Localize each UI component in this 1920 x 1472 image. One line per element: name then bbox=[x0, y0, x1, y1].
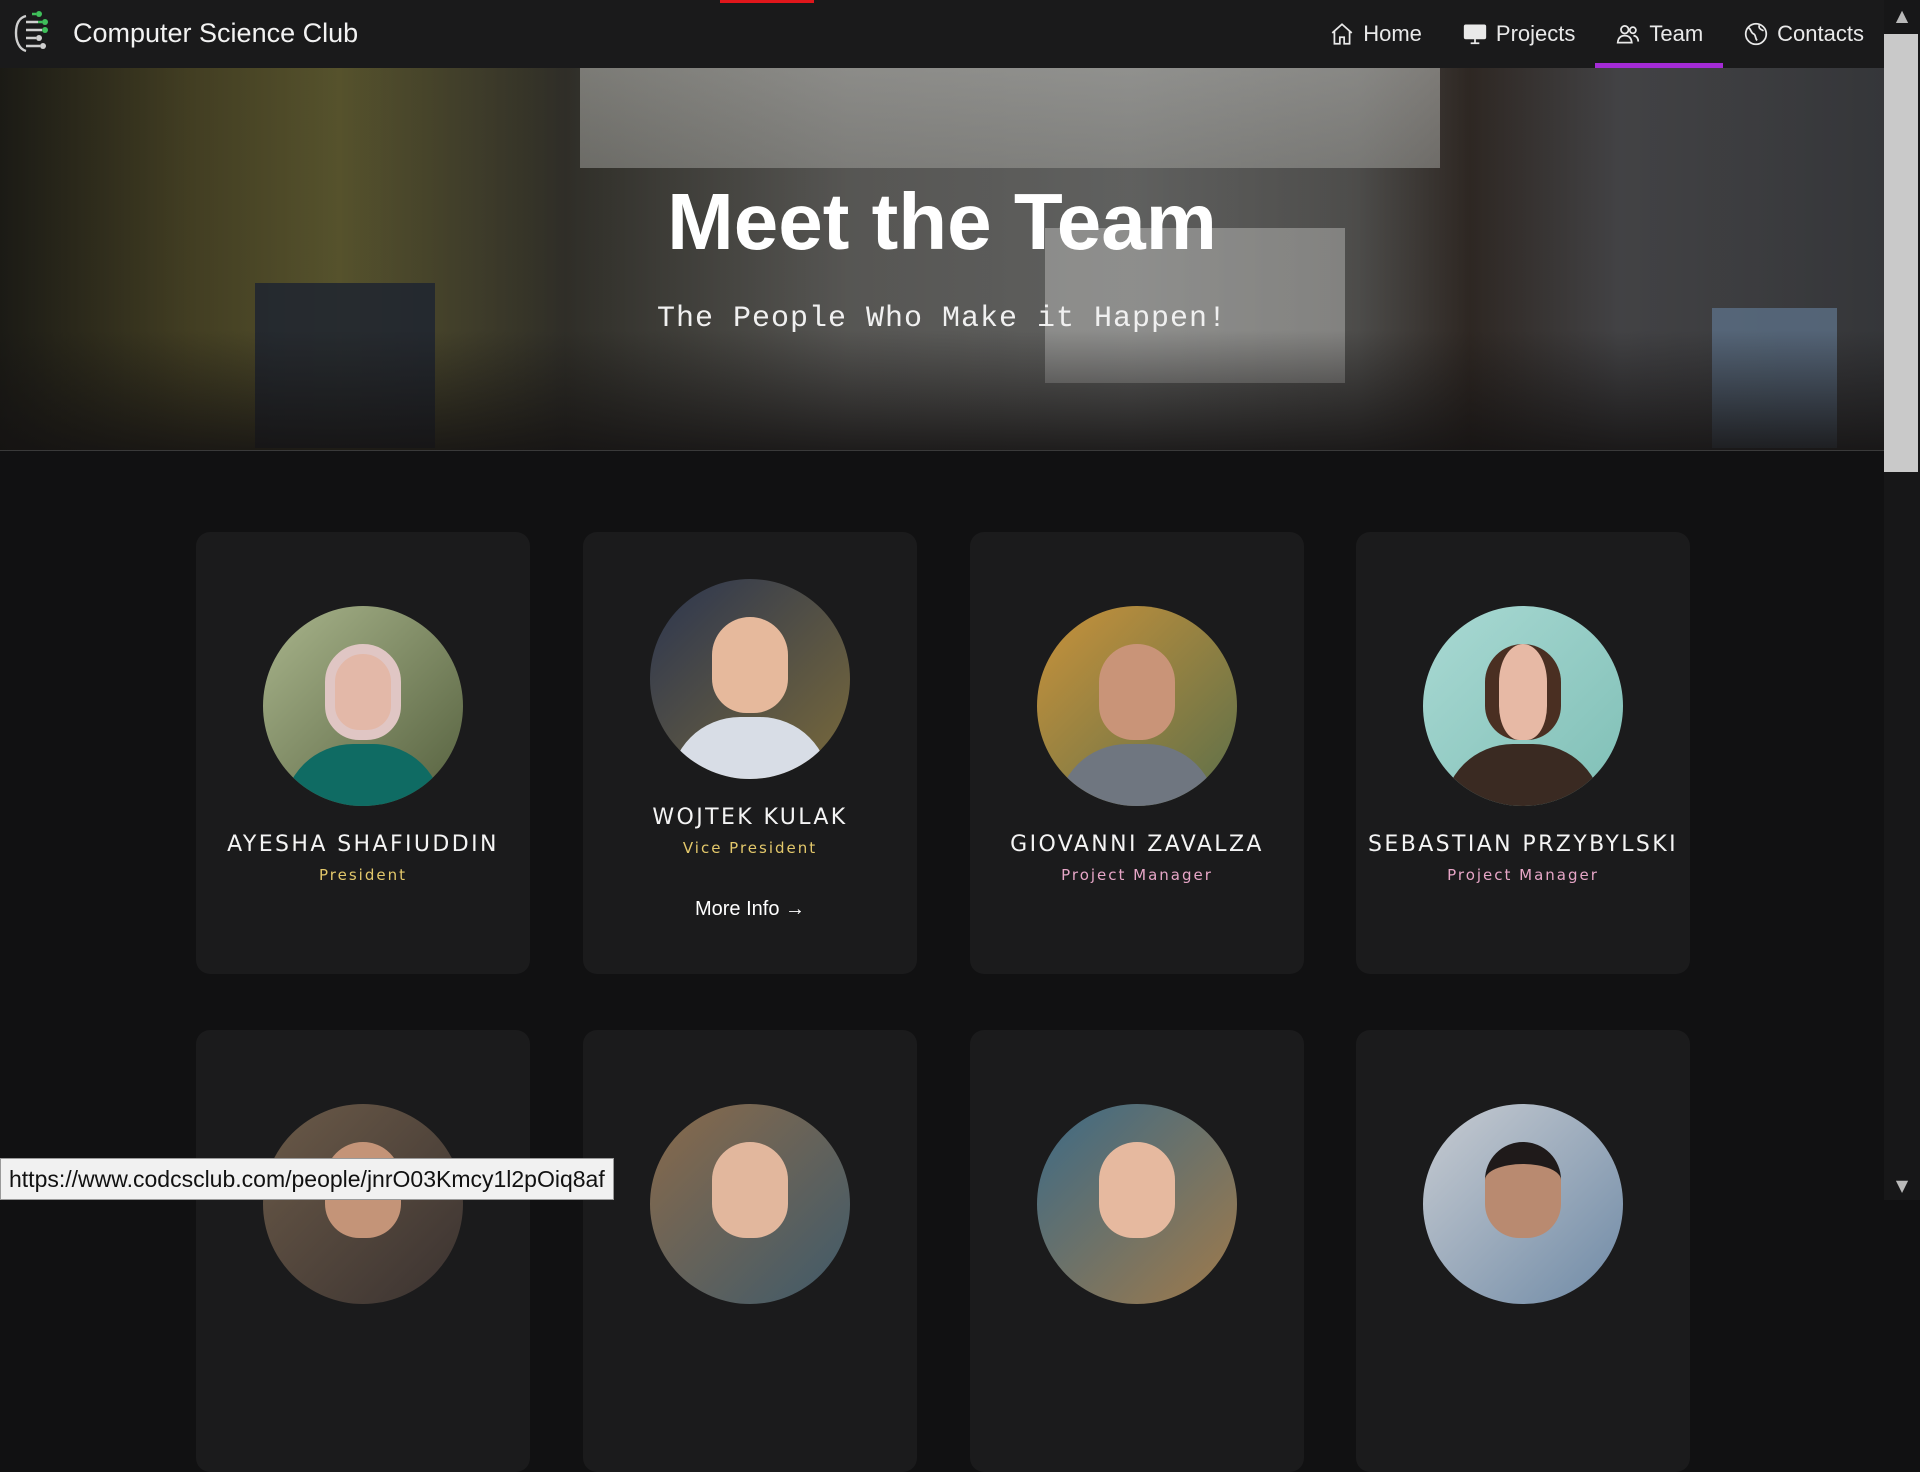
member-name: SEBASTIAN PRZYBYLSKI bbox=[1368, 832, 1678, 857]
avatar bbox=[1423, 1104, 1623, 1304]
member-role: Project Manager bbox=[1061, 866, 1213, 884]
link-preview-status: https://www.codcsclub.com/people/jnrO03K… bbox=[0, 1158, 614, 1200]
member-name: AYESHA SHAFIUDDIN bbox=[227, 832, 499, 857]
team-card[interactable] bbox=[970, 1030, 1304, 1472]
nav-contacts[interactable]: Contacts bbox=[1723, 0, 1884, 68]
avatar bbox=[1037, 1104, 1237, 1304]
member-role: Project Manager bbox=[1447, 866, 1599, 884]
nav-team[interactable]: Team bbox=[1595, 0, 1723, 68]
scroll-up-icon[interactable]: ▲ bbox=[1890, 4, 1914, 26]
nav-links: Home Projects Team Contacts bbox=[1309, 0, 1884, 68]
hero-photo-people bbox=[0, 330, 1884, 450]
avatar bbox=[1423, 606, 1623, 806]
team-card[interactable]: AYESHA SHAFIUDDIN President bbox=[196, 532, 530, 974]
more-info-link[interactable]: More Info → bbox=[583, 898, 917, 921]
page-scrollbar[interactable]: ▲ ▼ bbox=[1884, 0, 1920, 1200]
member-name: WOJTEK KULAK bbox=[652, 805, 848, 830]
avatar bbox=[263, 1104, 463, 1304]
page-title: Meet the Team bbox=[667, 177, 1217, 266]
top-accent-bar bbox=[720, 0, 814, 3]
globe-icon bbox=[1745, 22, 1768, 46]
team-card[interactable]: GIOVANNI ZAVALZA Project Manager bbox=[970, 532, 1304, 974]
circuit-tree-logo-icon bbox=[14, 11, 48, 53]
nav-team-label: Team bbox=[1649, 21, 1704, 46]
team-card[interactable] bbox=[583, 1030, 917, 1472]
member-name: GIOVANNI ZAVALZA bbox=[1010, 832, 1264, 857]
team-card[interactable]: WOJTEK KULAK Vice President More Info → bbox=[583, 532, 917, 974]
monitor-icon bbox=[1463, 24, 1487, 45]
avatar bbox=[650, 1104, 850, 1304]
brand-name: Computer Science Club bbox=[73, 18, 359, 48]
hero-photo-ceiling bbox=[580, 68, 1440, 168]
nav-home-label: Home bbox=[1363, 21, 1422, 46]
scroll-down-icon[interactable]: ▼ bbox=[1890, 1174, 1914, 1196]
avatar bbox=[650, 579, 850, 779]
page-subtitle: The People Who Make it Happen! bbox=[656, 302, 1228, 336]
team-card[interactable] bbox=[1356, 1030, 1690, 1472]
nav-contacts-label: Contacts bbox=[1777, 21, 1864, 46]
home-icon bbox=[1331, 23, 1353, 45]
nav-projects-label: Projects bbox=[1495, 21, 1576, 46]
team-card[interactable] bbox=[196, 1030, 530, 1472]
avatar bbox=[1037, 606, 1237, 806]
top-nav: Computer Science Club Home Projects Team bbox=[0, 0, 1884, 68]
member-role: Vice President bbox=[682, 839, 818, 857]
nav-projects[interactable]: Projects bbox=[1442, 0, 1595, 68]
team-card[interactable]: SEBASTIAN PRZYBYLSKI Project Manager bbox=[1356, 532, 1690, 974]
scrollbar-thumb[interactable] bbox=[1884, 34, 1918, 472]
nav-home[interactable]: Home bbox=[1309, 0, 1442, 68]
member-role: President bbox=[319, 866, 407, 884]
users-icon bbox=[1617, 25, 1640, 44]
avatar bbox=[263, 606, 463, 806]
hero-banner: Meet the Team The People Who Make it Hap… bbox=[0, 68, 1884, 451]
